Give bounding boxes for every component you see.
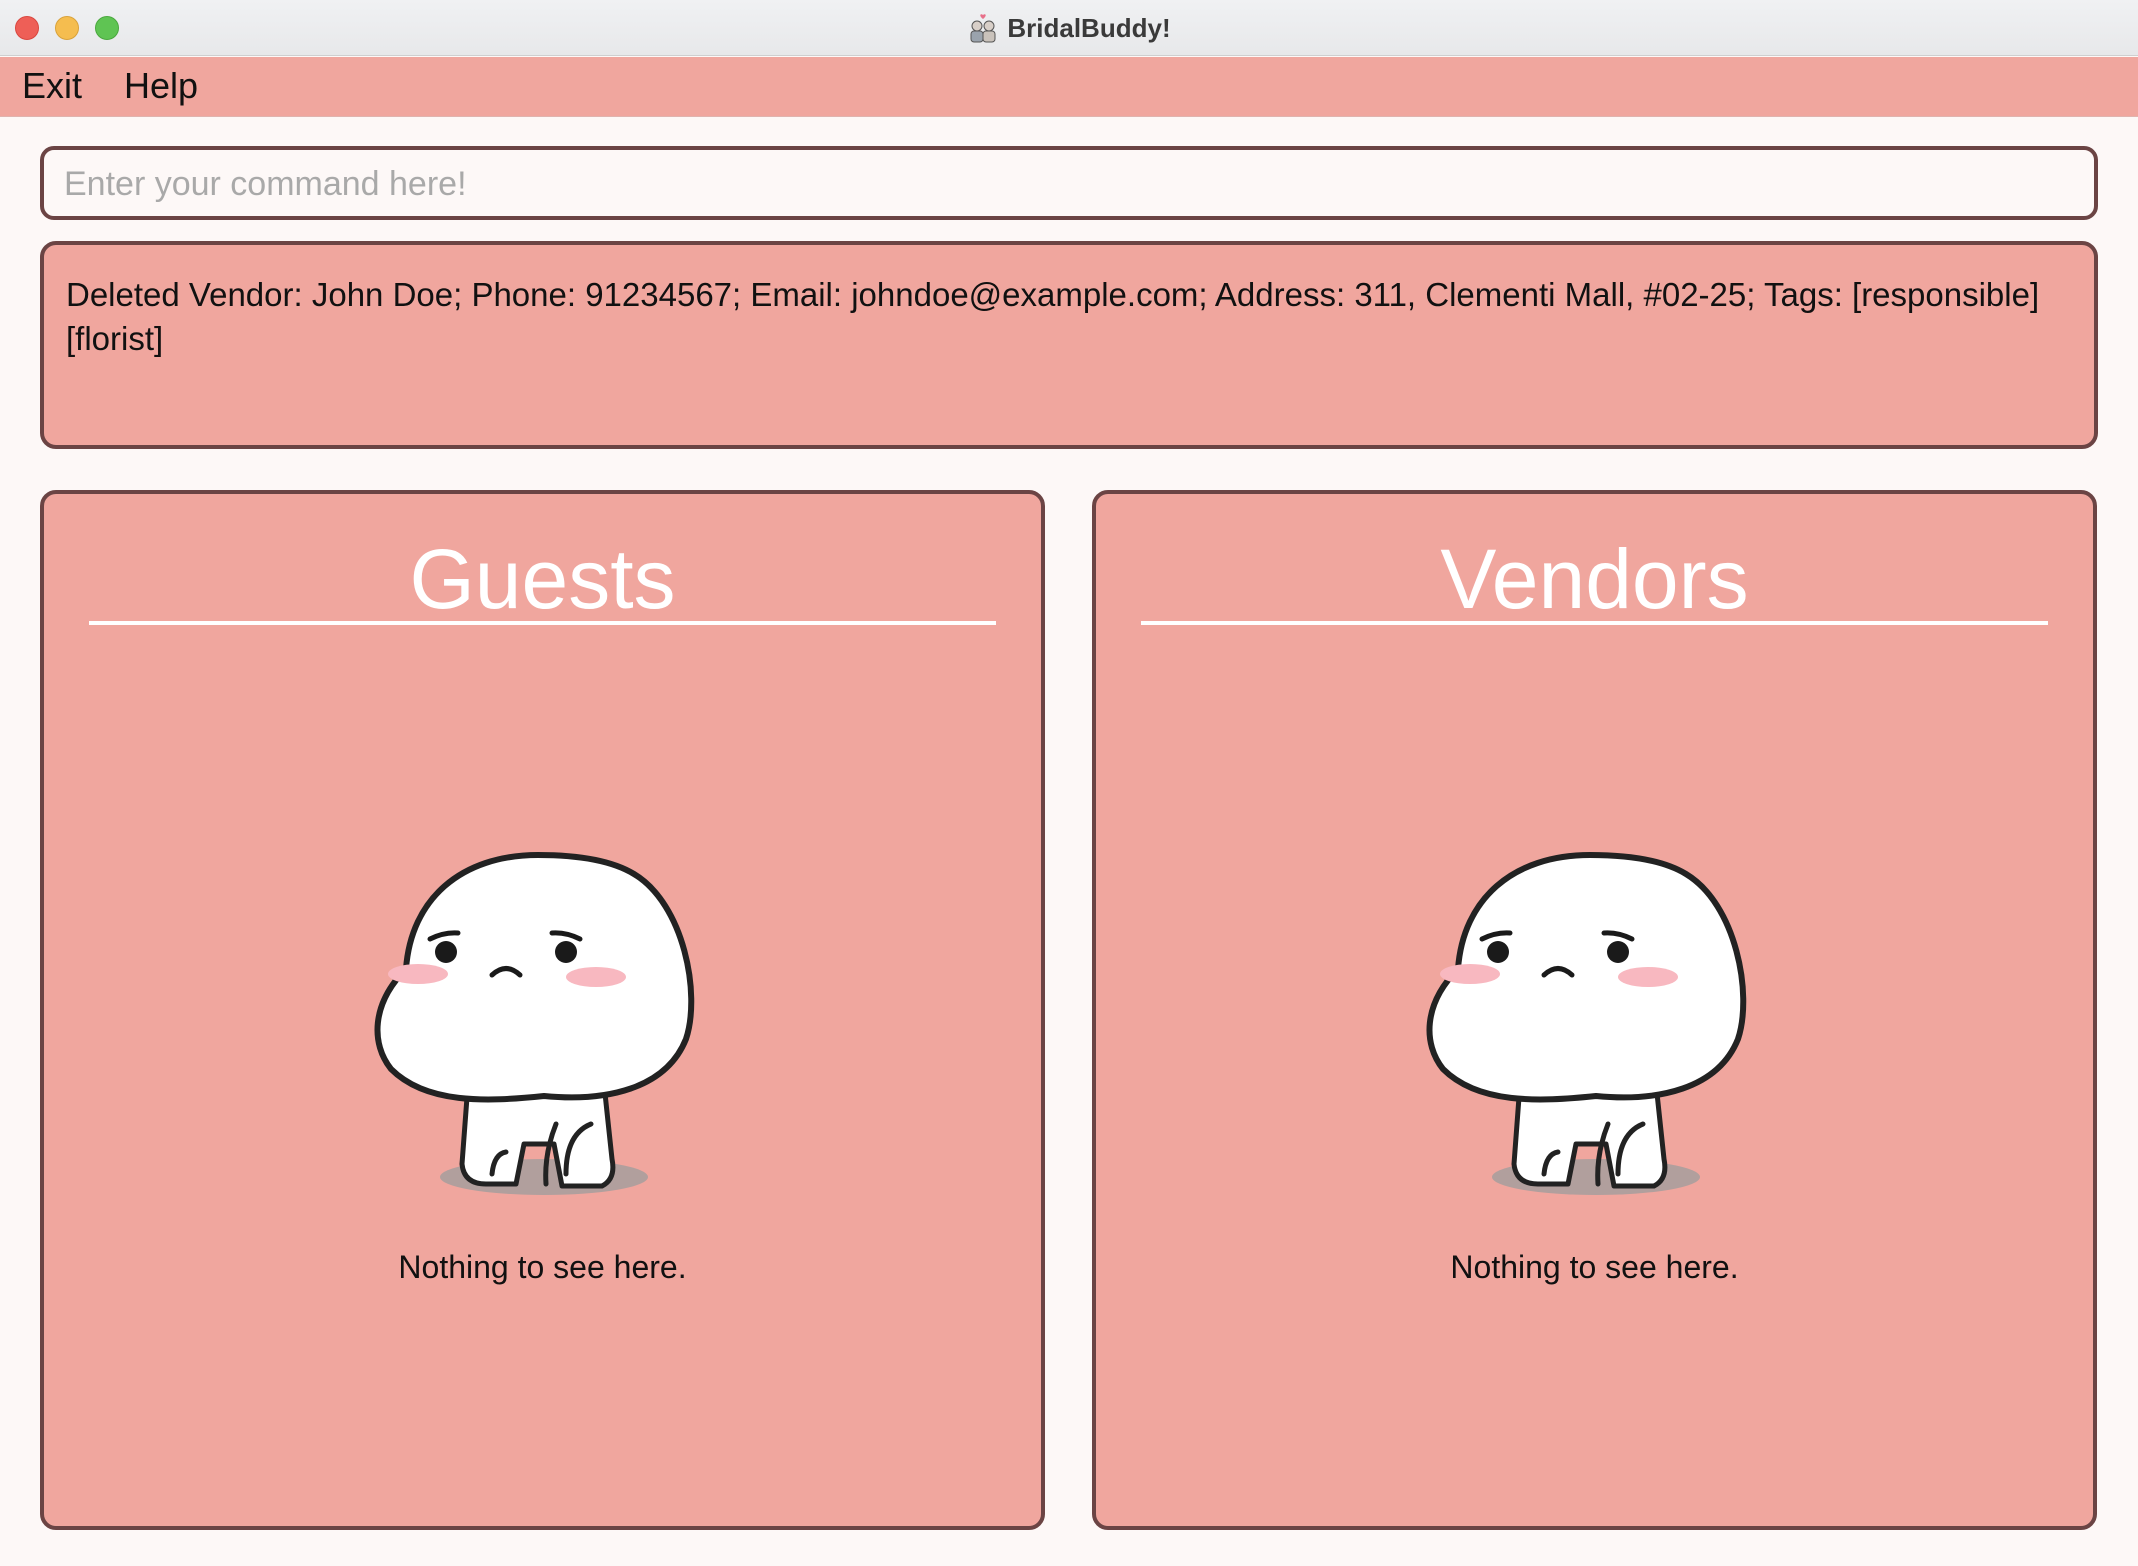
vendors-panel-title: Vendors: [1440, 532, 1749, 626]
result-display: Deleted Vendor: John Doe; Phone: 9123456…: [40, 241, 2098, 449]
menu-exit[interactable]: Exit: [16, 65, 88, 107]
sad-mascot-icon: [374, 852, 695, 1195]
guests-panel-title: Guests: [409, 532, 676, 626]
window-title: BridalBuddy!: [1007, 12, 1171, 43]
title-bar: BridalBuddy!: [0, 0, 2138, 56]
vendors-empty-message: Nothing to see here.: [1450, 1249, 1739, 1285]
vendors-panel: Vendors Nothing to see here.: [1092, 490, 2097, 1530]
result-message: Deleted Vendor: John Doe; Phone: 9123456…: [66, 276, 2040, 357]
guests-title-divider: [89, 621, 996, 625]
menu-bar: Exit Help: [0, 57, 2138, 117]
sad-mascot-icon: [1426, 852, 1747, 1195]
command-box: [40, 146, 2098, 220]
vendors-title-divider: [1141, 621, 2048, 625]
guests-panel: Guests Nothing to see here.: [40, 490, 1045, 1530]
window-title-group: BridalBuddy!: [0, 0, 2138, 56]
menu-help[interactable]: Help: [118, 65, 204, 107]
couple-icon: [970, 14, 996, 43]
command-input[interactable]: [62, 150, 2076, 218]
guests-empty-message: Nothing to see here.: [398, 1249, 687, 1285]
